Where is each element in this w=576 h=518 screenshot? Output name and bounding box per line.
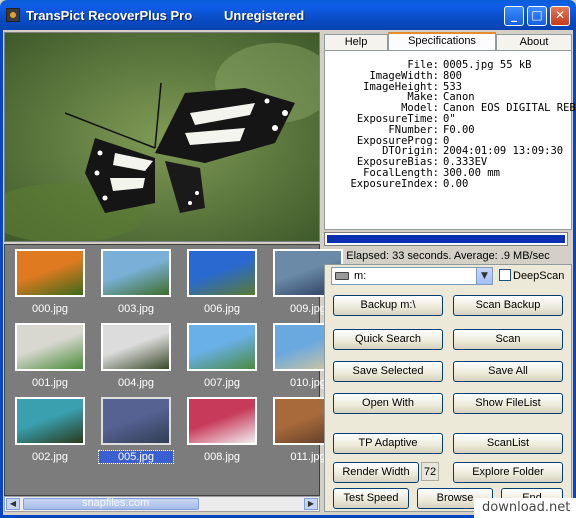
thumbnail-label[interactable]: 002.jpg: [13, 451, 87, 463]
deepscan-label: DeepScan: [513, 270, 565, 282]
thumbnail-image[interactable]: [15, 323, 85, 371]
save-all-button[interactable]: Save All: [453, 361, 563, 382]
specifications-panel: File: 0005.jpg 55 kB ImageWidth: 800 ImageHe…: [324, 50, 576, 230]
scan-backup-button[interactable]: Scan Backup: [453, 295, 563, 316]
thumbnail-label[interactable]: 000.jpg: [13, 303, 87, 315]
thumbnail-image[interactable]: [15, 249, 85, 297]
app-icon: [6, 8, 20, 22]
thumbnail-label[interactable]: 006.jpg: [185, 303, 259, 315]
test-speed-button[interactable]: Test Speed: [333, 488, 409, 509]
elapsed-status: Elapsed: 33 seconds. Average: .9 MB/sec: [346, 250, 550, 262]
open-with-button[interactable]: Open With: [333, 393, 443, 414]
thumbnail-image[interactable]: [187, 323, 257, 371]
deepscan-checkbox[interactable]: DeepScan: [499, 269, 564, 282]
thumbnail-label[interactable]: 001.jpg: [13, 377, 87, 389]
backup-button[interactable]: Backup m:\: [333, 295, 443, 316]
close-button[interactable]: ✕: [550, 6, 570, 26]
drive-select[interactable]: m: ▼: [331, 267, 493, 285]
tab-specifications[interactable]: Specifications: [388, 32, 496, 50]
controls-panel: m: ▼ DeepScan Backup m:\ Scan Backup Qui…: [324, 264, 572, 512]
spec-value: 0.00: [443, 177, 469, 190]
thumbnail-label[interactable]: 007.jpg: [185, 377, 259, 389]
spec-value: Canon EOS DIGITAL REBEL: [443, 102, 576, 115]
logo-text: download.net: [482, 500, 571, 515]
checkbox-icon[interactable]: [499, 269, 511, 281]
thumbnail-image[interactable]: [187, 249, 257, 297]
thumbnail-label[interactable]: 005.jpg: [98, 450, 174, 464]
quick-search-button[interactable]: Quick Search: [333, 329, 443, 350]
explore-folder-button[interactable]: Explore Folder: [453, 462, 563, 483]
thumbnail-label[interactable]: 008.jpg: [185, 451, 259, 463]
render-width-button[interactable]: Render Width: [333, 462, 419, 483]
scanlist-button[interactable]: ScanList: [453, 433, 563, 454]
save-selected-button[interactable]: Save Selected: [333, 361, 443, 382]
image-preview: [4, 32, 320, 242]
chevron-down-icon[interactable]: ▼: [476, 268, 492, 284]
registration-status: Unregistered: [224, 8, 305, 23]
drive-value: m:: [354, 270, 367, 282]
thumbnail-image[interactable]: [15, 397, 85, 445]
minimize-button[interactable]: _: [504, 6, 524, 26]
scan-button[interactable]: Scan: [453, 329, 563, 350]
thumbnail-image[interactable]: [101, 249, 171, 297]
tab-about[interactable]: About: [496, 34, 572, 50]
scan-progress-bar: [324, 232, 568, 246]
watermark: snapfiles.com: [82, 497, 150, 509]
render-width-value[interactable]: 72: [421, 462, 439, 481]
horizontal-scrollbar[interactable]: ◀ ▶: [4, 496, 320, 512]
scroll-left-icon[interactable]: ◀: [6, 498, 20, 510]
drive-icon: [335, 272, 349, 280]
thumbnail-image[interactable]: [101, 323, 171, 371]
thumbnail-image[interactable]: [187, 397, 257, 445]
thumbnail-label[interactable]: 003.jpg: [99, 303, 173, 315]
tab-strip: Help Specifications About: [324, 32, 572, 50]
progress-fill: [327, 235, 565, 243]
download-logo: download.net: [474, 498, 576, 518]
tab-help[interactable]: Help: [324, 34, 388, 50]
thumbnail-panel[interactable]: 000.jpg 003.jpg 006.jpg 009.jpg 001.jpg 004.j…: [4, 244, 343, 496]
tp-adaptive-button[interactable]: TP Adaptive: [333, 433, 443, 454]
spec-row: ExposureIndex: 0.00: [329, 178, 468, 190]
maximize-button[interactable]: □: [527, 6, 547, 26]
thumbnail-label[interactable]: 004.jpg: [99, 377, 173, 389]
spec-label: ExposureIndex:: [350, 177, 439, 190]
right-panel: Help Specifications About File: 0005.jpg …: [324, 32, 576, 512]
thumbnail-image[interactable]: [101, 397, 171, 445]
window-title: TransPict RecoverPlus Pro: [26, 8, 193, 23]
show-filelist-button[interactable]: Show FileList: [453, 393, 563, 414]
title-bar: TransPict RecoverPlus Pro Unregistered _…: [0, 0, 576, 30]
scroll-right-icon[interactable]: ▶: [304, 498, 318, 510]
